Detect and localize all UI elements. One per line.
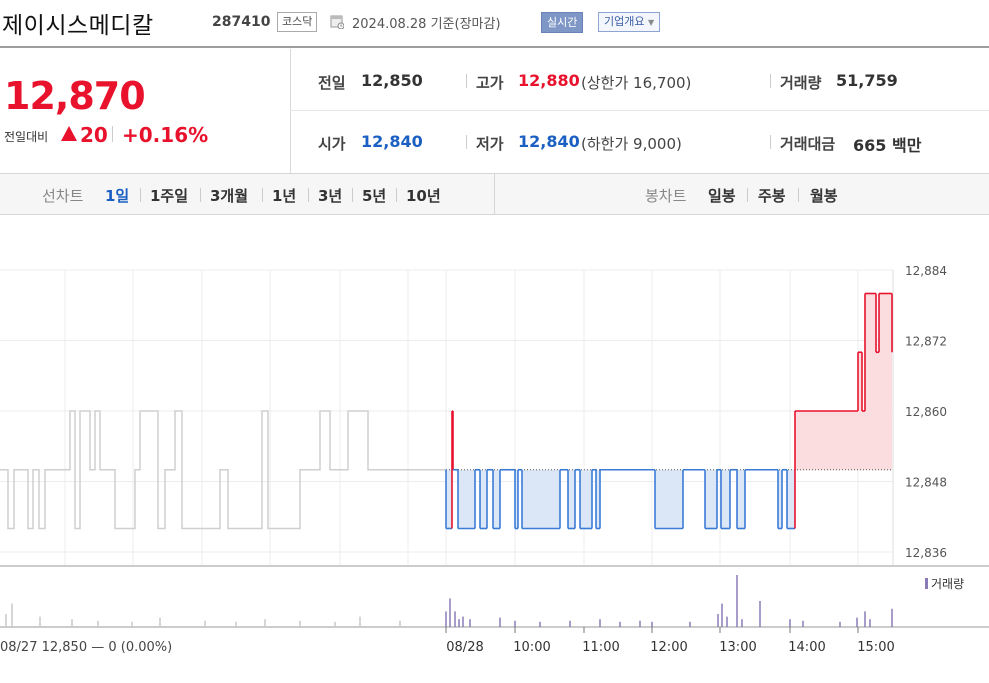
divider [466, 135, 467, 149]
lower-limit: (하한가 9,000) [581, 133, 682, 154]
tab-5y[interactable]: 5년 [362, 185, 386, 206]
line-chart-label: 선차트 [42, 187, 84, 205]
x-axis: 08/28 10:00 11:00 12:00 13:00 14:00 15:00 [445, 627, 895, 655]
y-tick-label: 12,836 [905, 546, 947, 560]
divider [770, 135, 771, 149]
high-label: 고가 [476, 74, 504, 92]
x-tick-label: 13:00 [719, 640, 756, 655]
x-tick-label: 11:00 [582, 640, 619, 655]
y-tick-label: 12,860 [905, 405, 947, 419]
company-name: 제이시스메디칼 [2, 13, 154, 39]
volume-legend-swatch [925, 578, 928, 589]
volume-value: 51,759 [836, 71, 898, 90]
y-axis: 12,884 12,872 12,860 12,848 12,836 [905, 264, 947, 560]
lower-limit-value: 9,000) [633, 135, 682, 153]
prev-close-label: 전일 [318, 74, 346, 92]
x-tick-label: 08/28 [446, 640, 483, 655]
realtime-button[interactable]: 실시간 [541, 12, 584, 33]
low-label: 저가 [476, 135, 504, 153]
chevron-down-icon: ▼ [647, 18, 655, 27]
tab-weekly[interactable]: 주봉 [758, 185, 786, 206]
x-tick-label: 14:00 [788, 640, 825, 655]
stock-header: 제이시스메디칼 287410 코스닥 2024.08.28 기준(장마감) 실시… [0, 0, 989, 46]
y-tick-label: 12,884 [905, 264, 947, 278]
tab-3m[interactable]: 3개월 [210, 185, 248, 206]
low-value: 12,840 [518, 132, 580, 151]
divider [798, 188, 799, 202]
as-of-date: 2024.08.28 기준(장마감) [352, 13, 501, 32]
market-badge: 코스닥 [277, 12, 318, 32]
tab-1w[interactable]: 1주일 [150, 185, 188, 206]
change-percent: +0.16% [122, 123, 209, 147]
divider [262, 188, 263, 202]
tab-1d[interactable]: 1일 [105, 185, 129, 206]
upper-limit-label: (상한가 [581, 74, 629, 92]
open-label: 시가 [318, 135, 346, 153]
upper-limit: (상한가 16,700) [581, 72, 691, 93]
y-tick-label: 12,872 [905, 335, 947, 349]
divider [352, 188, 353, 202]
company-overview-label: 기업개요 [604, 15, 645, 28]
y-tick-label: 12,848 [905, 476, 947, 490]
up-arrow-icon [61, 126, 77, 141]
trade-value-unit: 백만 [891, 136, 922, 155]
company-overview-dropdown[interactable]: 기업개요 ▼ [598, 12, 661, 32]
volume-legend-label: 거래량 [931, 577, 964, 591]
divider [396, 188, 397, 202]
divider [112, 126, 113, 142]
tab-3y[interactable]: 3년 [318, 185, 342, 206]
x-tick-label: 15:00 [857, 640, 894, 655]
down-fill [446, 469, 892, 529]
calendar-icon [330, 15, 344, 29]
period-tab-bar: 선차트 1일 1주일 3개월 1년 3년 5년 10년 봉차트 일봉 주봉 월봉 [0, 173, 989, 215]
tab-10y[interactable]: 10년 [406, 185, 441, 206]
current-price: 12,870 [4, 74, 146, 118]
prev-day-line [0, 410, 446, 530]
tab-1y[interactable]: 1년 [272, 185, 296, 206]
volume-label: 거래량 [780, 74, 822, 92]
x-tick-label: 12:00 [650, 640, 687, 655]
divider [747, 188, 748, 202]
divider [290, 49, 291, 173]
divider [290, 110, 989, 111]
trade-value-label: 거래대금 [780, 135, 836, 153]
prev-day-summary: 08/27 12,850 — 0 (0.00%) [0, 640, 172, 655]
stock-code: 287410 [212, 14, 271, 30]
divider [494, 174, 495, 214]
up-fill [446, 293, 892, 470]
divider [770, 74, 771, 88]
divider [308, 188, 309, 202]
high-value: 12,880 [518, 71, 580, 90]
date-suffix: 기준(장마감) [430, 17, 501, 32]
prev-close-value: 12,850 [361, 71, 423, 90]
divider [140, 188, 141, 202]
change-amount: 20 [80, 123, 108, 147]
tab-daily[interactable]: 일봉 [708, 185, 736, 206]
divider [466, 74, 467, 88]
price-chart[interactable]: 12,884 12,872 12,860 12,848 12,836 08/28 10:0… [0, 215, 989, 683]
trade-value-number: 665 [853, 136, 887, 155]
change-label: 전일대비 [4, 130, 49, 144]
date-value: 2024.08.28 [352, 17, 427, 32]
header-divider [0, 46, 989, 48]
upper-limit-value: 16,700) [633, 74, 692, 92]
candle-chart-label: 봉차트 [645, 187, 687, 205]
divider [200, 188, 201, 202]
tab-monthly[interactable]: 월봉 [810, 185, 838, 206]
volume-legend: 거래량 [925, 577, 964, 591]
trade-value: 665 백만 [853, 132, 921, 156]
lower-limit-label: (하한가 [581, 135, 629, 153]
x-tick-label: 10:00 [513, 640, 550, 655]
open-value: 12,840 [361, 132, 423, 151]
volume-bars [5, 575, 893, 627]
